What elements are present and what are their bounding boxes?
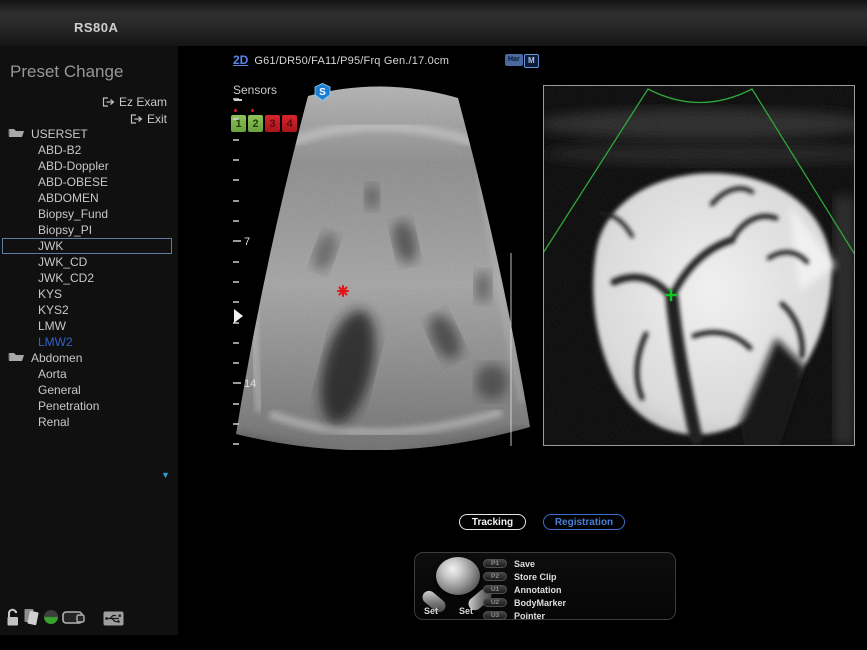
rs80a-screen: RS80A Preset Change Ez Exam Exit USERSET…: [0, 0, 867, 650]
ez-exam-label: Ez Exam: [119, 95, 167, 109]
preset-item-label: JWK_CD2: [38, 271, 94, 285]
softkey-pointer: U3 Pointer: [483, 610, 545, 621]
preset-item-jwk[interactable]: JWK: [2, 238, 172, 254]
mri-reference-image[interactable]: [543, 85, 855, 446]
control-legend-panel: Set Set P1 Save P2 Store Clip U1 Annotat…: [414, 552, 676, 620]
preset-item-renal[interactable]: Renal: [0, 414, 178, 430]
preset-item-penetration[interactable]: Penetration: [0, 398, 178, 414]
trackball-icon: [436, 557, 480, 595]
preset-sidebar: Preset Change Ez Exam Exit USERSET ABD-B…: [0, 46, 178, 635]
m-badge-icon: M: [524, 54, 539, 68]
mode-2d-label: 2D: [233, 53, 248, 67]
depth-label-7: 7: [244, 236, 250, 248]
softkey-u3-icon: U3: [483, 611, 507, 620]
ultrasound-image[interactable]: 7 14 S: [230, 82, 538, 450]
softkey-label: BodyMarker: [514, 598, 566, 608]
registration-button[interactable]: Registration: [543, 514, 625, 530]
preset-folder-label: USERSET: [31, 127, 88, 141]
softkey-u1-icon: U1: [483, 585, 507, 594]
printer-icon: [62, 610, 85, 631]
softkey-label: Pointer: [514, 611, 545, 621]
preset-item-label: LMW2: [38, 335, 73, 349]
preset-folder-label: Abdomen: [31, 351, 82, 365]
preset-item-label: Biopsy_PI: [38, 223, 92, 237]
set-left-label: Set: [424, 606, 438, 616]
preset-item-label: Penetration: [38, 399, 99, 413]
preset-item-label: ABDOMEN: [38, 191, 99, 205]
preset-item-label: Aorta: [38, 367, 67, 381]
folder-icon: [8, 127, 25, 141]
softkey-p2-icon: P2: [483, 572, 507, 581]
softkey-bodymarker: U2 BodyMarker: [483, 597, 566, 608]
softkey-p1-icon: P1: [483, 559, 507, 568]
preset-item-kys2[interactable]: KYS2: [0, 302, 178, 318]
exit-arrow-icon: [102, 97, 115, 107]
documents-icon: [23, 607, 40, 631]
imaging-area: 2D G61/DR50/FA11/P95/Frq Gen./17.0cm Har…: [178, 46, 867, 650]
status-led-icon: [44, 610, 58, 624]
preset-item-abd-obese[interactable]: ABD-OBESE: [0, 174, 178, 190]
softkey-save: P1 Save: [483, 558, 535, 569]
preset-item-label: KYS: [38, 287, 62, 301]
preset-item-lmw[interactable]: LMW: [0, 318, 178, 334]
svg-text:S: S: [319, 87, 326, 98]
tracking-button[interactable]: Tracking: [459, 514, 526, 530]
scroll-down-icon[interactable]: ▼: [161, 470, 170, 480]
preset-item-general[interactable]: General: [0, 382, 178, 398]
preset-item-abd-doppler[interactable]: ABD-Doppler: [0, 158, 178, 174]
preset-item-biopsy-fund[interactable]: Biopsy_Fund: [0, 206, 178, 222]
depth-label-14: 14: [244, 378, 256, 390]
exit-button[interactable]: Exit: [130, 112, 167, 126]
preset-item-jwk-cd2[interactable]: JWK_CD2: [0, 270, 178, 286]
set-right-label: Set: [459, 606, 473, 616]
preset-item-label: JWK_CD: [38, 255, 87, 269]
preset-item-abd-b2[interactable]: ABD-B2: [0, 142, 178, 158]
harmonic-badge-icon: Har: [505, 54, 523, 66]
status-bar: [0, 606, 178, 635]
preset-folder-abdomen[interactable]: Abdomen: [0, 350, 178, 366]
registration-label: Registration: [555, 517, 613, 528]
preset-item-jwk-cd[interactable]: JWK_CD: [0, 254, 178, 270]
ez-exam-button[interactable]: Ez Exam: [102, 95, 167, 109]
exit-label: Exit: [147, 112, 167, 126]
exit-arrow-icon: [130, 114, 143, 124]
sidebar-title: Preset Change: [10, 62, 123, 82]
preset-item-abdomen-caps[interactable]: ABDOMEN: [0, 190, 178, 206]
preset-item-aorta[interactable]: Aorta: [0, 366, 178, 382]
usb-icon: [103, 611, 124, 631]
preset-item-label: KYS2: [38, 303, 69, 317]
image-info-bar: 2D G61/DR50/FA11/P95/Frq Gen./17.0cm: [233, 53, 449, 67]
preset-item-kys[interactable]: KYS: [0, 286, 178, 302]
preset-item-label: LMW: [38, 319, 66, 333]
depth-ruler: [233, 99, 241, 444]
preset-item-label: ABD-Doppler: [38, 159, 109, 173]
folder-icon: [8, 351, 25, 365]
unlock-icon: [5, 608, 20, 632]
softkey-label: Store Clip: [514, 572, 557, 582]
preset-folder-userset[interactable]: USERSET: [0, 126, 178, 142]
preset-item-label: JWK: [38, 239, 63, 253]
preset-item-label: Biopsy_Fund: [38, 207, 108, 221]
preset-item-label: General: [38, 383, 81, 397]
tracking-label: Tracking: [472, 517, 513, 528]
softkey-annotation: U1 Annotation: [483, 584, 562, 595]
preset-item-label: Renal: [38, 415, 69, 429]
acquisition-params: G61/DR50/FA11/P95/Frq Gen./17.0cm: [254, 55, 449, 67]
red-asterisk-marker: [338, 286, 348, 296]
softkey-u2-icon: U2: [483, 598, 507, 607]
softkey-label: Save: [514, 559, 535, 569]
preset-item-lmw2-active[interactable]: LMW2: [0, 334, 178, 350]
softkey-store-clip: P2 Store Clip: [483, 571, 557, 582]
system-title: RS80A: [74, 20, 118, 35]
preset-item-label: ABD-B2: [38, 143, 81, 157]
preset-item-biopsy-pi[interactable]: Biopsy_PI: [0, 222, 178, 238]
title-bar: RS80A: [0, 0, 867, 46]
softkey-label: Annotation: [514, 585, 562, 595]
focus-marker-icon: [234, 309, 243, 323]
preset-item-label: ABD-OBESE: [38, 175, 108, 189]
